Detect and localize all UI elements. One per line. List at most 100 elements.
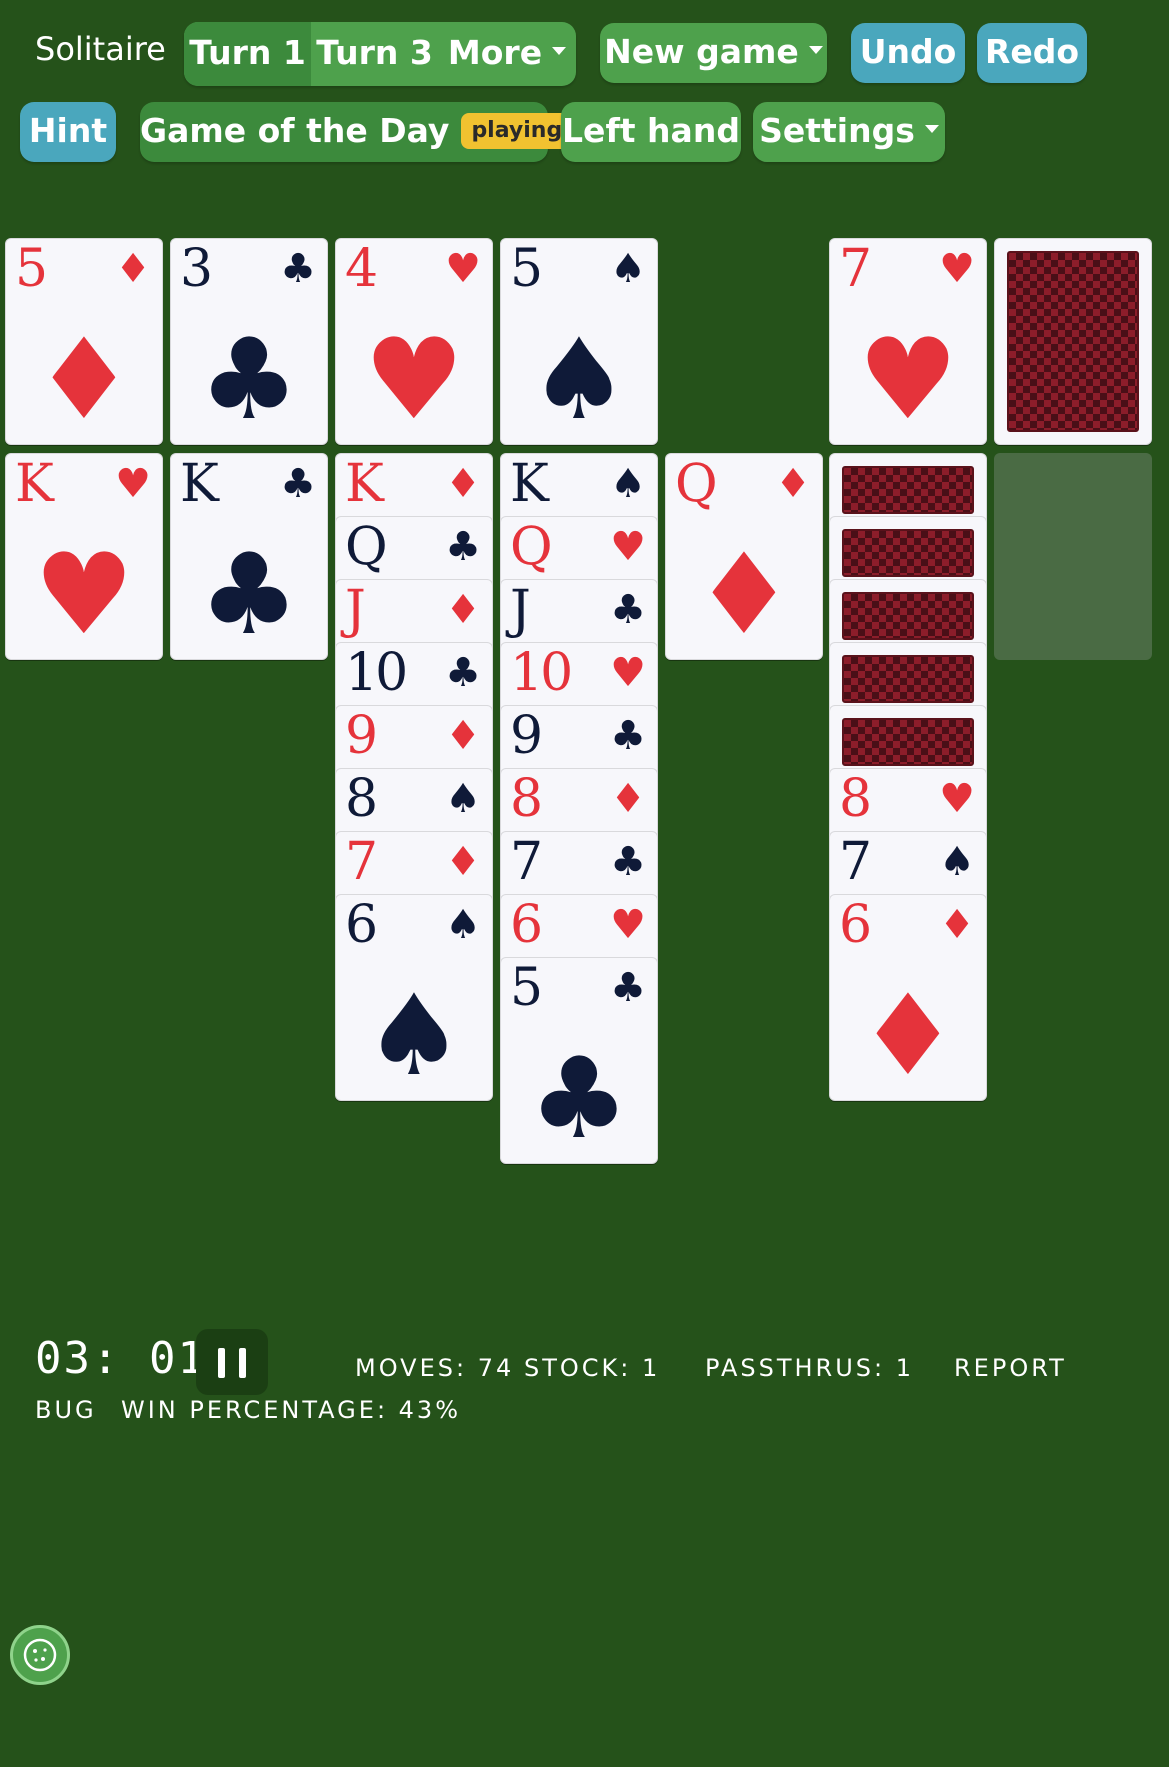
playing-card[interactable]: K ♣ ♣ <box>170 453 328 660</box>
card-rank: 6 <box>510 895 543 955</box>
card-rank: 4 <box>345 239 378 299</box>
more-dropdown[interactable]: More <box>438 22 576 86</box>
card-suit-icon: ♦ <box>445 839 481 885</box>
game-of-the-day-label: Game of the Day <box>140 111 450 150</box>
card-back-pattern <box>842 592 974 640</box>
playing-card[interactable]: 7 ♥ ♥ <box>829 238 987 445</box>
card-suit-icon: ♣ <box>445 524 481 570</box>
card-back-pattern <box>1007 251 1139 432</box>
card-center-suit-icon: ♣ <box>198 315 300 445</box>
game-of-the-day-button[interactable]: Game of the Day playing <box>140 102 573 162</box>
settings-label: Settings <box>759 111 915 150</box>
undo-button[interactable]: Undo <box>851 23 965 83</box>
playing-card[interactable]: 4 ♥ ♥ <box>335 238 493 445</box>
report-link[interactable]: REPORT <box>954 1354 1067 1382</box>
card-suit-icon: ♦ <box>939 902 975 948</box>
card-suit-icon: ♦ <box>445 713 481 759</box>
turn1-button[interactable]: Turn 1 <box>184 22 311 86</box>
redo-button[interactable]: Redo <box>977 23 1087 83</box>
card-rank: 8 <box>345 769 378 829</box>
chevron-down-icon <box>552 46 567 55</box>
stock-pile[interactable] <box>994 238 1152 445</box>
playing-card[interactable]: K ♥ ♥ <box>5 453 163 660</box>
card-suit-icon: ♠ <box>610 246 646 292</box>
card-center-suit-icon: ♣ <box>528 1034 630 1164</box>
cookie-icon <box>23 1638 57 1672</box>
status-badge: playing <box>461 112 573 149</box>
card-suit-icon: ♥ <box>610 902 646 948</box>
playing-card[interactable]: 5 ♣ ♣ <box>500 957 658 1164</box>
card-suit-icon: ♣ <box>280 461 316 507</box>
playing-card[interactable]: 6 ♠ ♠ <box>335 894 493 1101</box>
hint-button[interactable]: Hint <box>20 102 116 162</box>
card-back-pattern <box>842 718 974 766</box>
more-label: More <box>447 33 543 72</box>
card-rank: Q <box>675 454 718 514</box>
playing-card[interactable]: Q ♦ ♦ <box>665 453 823 660</box>
playing-card[interactable]: 5 ♦ ♦ <box>5 238 163 445</box>
card-rank: 9 <box>510 706 543 766</box>
card-suit-icon: ♣ <box>610 587 646 633</box>
card-suit-icon: ♦ <box>775 461 811 507</box>
card-center-suit-icon: ♣ <box>198 530 300 660</box>
card-suit-icon: ♣ <box>610 839 646 885</box>
passthrus-count: PASSTHRUS: 1 <box>705 1354 914 1382</box>
chevron-down-icon <box>808 45 823 54</box>
card-rank: 6 <box>345 895 378 955</box>
card-suit-icon: ♥ <box>610 650 646 696</box>
card-rank: 3 <box>180 239 213 299</box>
playing-card[interactable]: 5 ♠ ♠ <box>500 238 658 445</box>
card-center-suit-icon: ♦ <box>857 971 959 1101</box>
card-center-suit-icon: ♦ <box>693 530 795 660</box>
turn3-button[interactable]: Turn 3 <box>311 22 438 86</box>
win-percentage: WIN PERCENTAGE: 43% <box>121 1396 461 1424</box>
chevron-down-icon <box>924 124 939 133</box>
card-suit-icon: ♣ <box>445 650 481 696</box>
card-rank: 6 <box>839 895 872 955</box>
card-rank: 5 <box>15 239 48 299</box>
left-hand-button[interactable]: Left hand <box>561 102 741 162</box>
card-rank: 7 <box>345 832 378 892</box>
card-suit-icon: ♠ <box>445 902 481 948</box>
card-suit-icon: ♥ <box>445 246 481 292</box>
new-game-dropdown[interactable]: New game <box>600 23 827 83</box>
card-center-suit-icon: ♥ <box>363 315 465 445</box>
card-suit-icon: ♥ <box>115 461 151 507</box>
card-rank: K <box>15 454 54 514</box>
bug-link[interactable]: BUG <box>35 1396 97 1424</box>
card-rank: K <box>510 454 549 514</box>
card-rank: 8 <box>510 769 543 829</box>
card-suit-icon: ♦ <box>445 587 481 633</box>
stock-count: STOCK: 1 <box>524 1354 661 1382</box>
empty-tableau-slot[interactable] <box>994 453 1152 660</box>
card-rank: 5 <box>510 958 543 1018</box>
card-rank: 7 <box>510 832 543 892</box>
new-game-label: New game <box>604 32 799 71</box>
card-rank: J <box>345 580 366 640</box>
card-suit-icon: ♥ <box>939 776 975 822</box>
card-suit-icon: ♠ <box>939 839 975 885</box>
cookie-settings-button[interactable] <box>10 1625 70 1685</box>
card-rank: K <box>345 454 384 514</box>
card-back-pattern <box>842 466 974 514</box>
app-title: Solitaire <box>35 30 166 68</box>
card-rank: Q <box>345 517 388 577</box>
card-rank: 9 <box>345 706 378 766</box>
card-center-suit-icon: ♥ <box>857 315 959 445</box>
card-center-suit-icon: ♠ <box>528 315 630 445</box>
card-suit-icon: ♣ <box>280 246 316 292</box>
card-center-suit-icon: ♠ <box>363 971 465 1101</box>
card-center-suit-icon: ♥ <box>33 530 135 660</box>
card-rank: 7 <box>839 239 872 299</box>
card-suit-icon: ♦ <box>115 246 151 292</box>
card-suit-icon: ♠ <box>610 461 646 507</box>
playing-card[interactable]: 6 ♦ ♦ <box>829 894 987 1101</box>
card-center-suit-icon: ♦ <box>33 315 135 445</box>
card-rank: Q <box>510 517 553 577</box>
pause-button[interactable] <box>196 1329 268 1395</box>
playing-card[interactable]: 3 ♣ ♣ <box>170 238 328 445</box>
settings-dropdown[interactable]: Settings <box>753 102 945 162</box>
card-back-pattern <box>842 655 974 703</box>
card-rank: 10 <box>510 643 573 703</box>
game-timer: 03: 01 <box>35 1333 206 1384</box>
